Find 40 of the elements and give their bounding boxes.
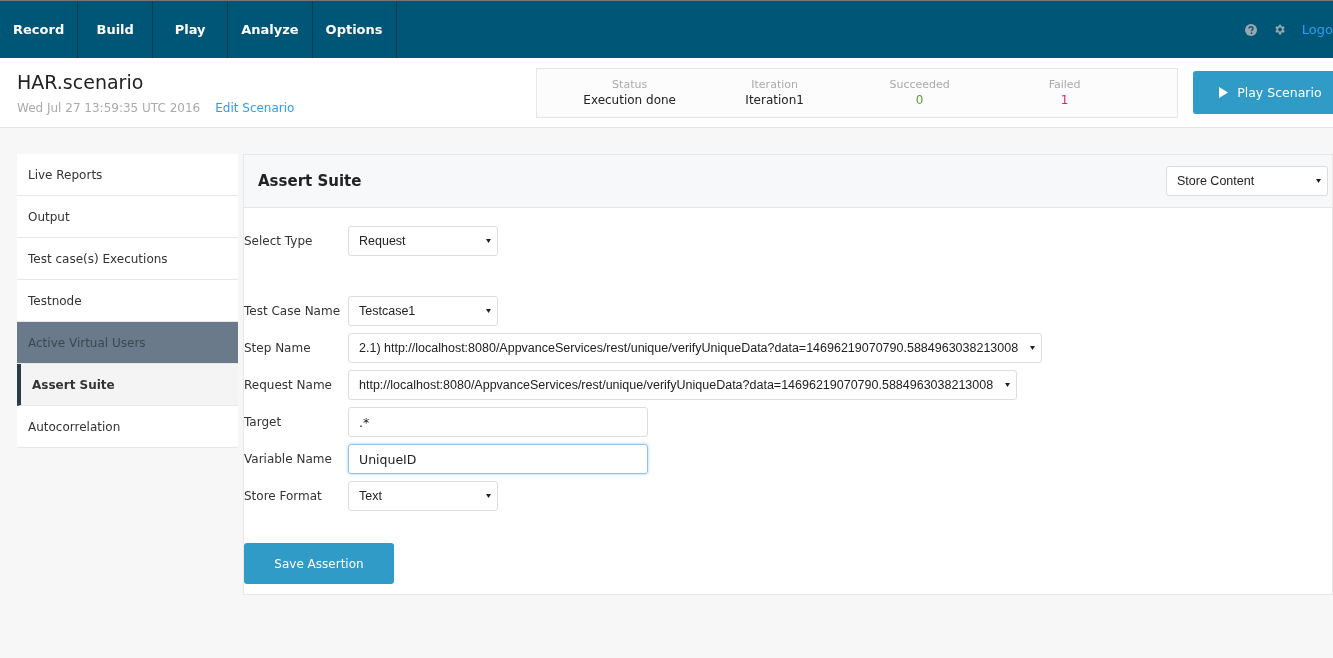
select-field[interactable]: 2.1) http://localhost:8080/AppvanceServices/rest/unique/verifyUniqueData?data=14696219070790.5884963038213008: [348, 333, 1043, 363]
play-icon: [1219, 87, 1229, 98]
field-label: Test Case Name: [244, 304, 342, 318]
field-label: Store Format: [244, 489, 323, 503]
sidebar-item[interactable]: Autocorrelation: [17, 406, 238, 448]
scenario-title: HAR.scenario: [17, 70, 145, 93]
stat-label: Status: [612, 78, 648, 91]
stat-value: 0: [915, 93, 924, 107]
sidebar-item[interactable]: Output: [17, 196, 238, 238]
select-field[interactable]: Request: [348, 226, 498, 256]
field-label: Step Name: [244, 341, 312, 355]
mode-select[interactable]: Store Content: [1166, 166, 1328, 196]
stat-value: Iteration1: [745, 93, 804, 107]
scenario-date: Wed Jul 27 13:59:35 UTC 2016: [17, 100, 201, 115]
sidebar-item[interactable]: Testnode: [17, 280, 238, 322]
stat-value: Execution done: [583, 93, 676, 107]
help-icon[interactable]: [1244, 23, 1257, 36]
panel-title: Assert Suite: [258, 172, 362, 190]
input-field[interactable]: UniqueID: [348, 444, 648, 474]
field-label: Variable Name: [244, 452, 333, 466]
select-field[interactable]: http://localhost:8080/AppvanceServices/rest/unique/verifyUniqueData?data=14696219070790.5884963038213008: [348, 370, 1018, 400]
sidebar-item[interactable]: Test case(s) Executions: [17, 238, 238, 280]
stat-label: Iteration: [751, 78, 798, 91]
sidebar-item[interactable]: Live Reports: [17, 154, 238, 196]
field-label: Target: [244, 415, 283, 429]
field-label: Select Type: [244, 234, 314, 248]
caret-icon: [1005, 383, 1011, 387]
stat-value: 1: [1060, 93, 1069, 107]
sidebar-item[interactable]: Assert Suite: [17, 364, 238, 406]
caret-icon: [486, 494, 491, 498]
input-field[interactable]: .*: [348, 407, 648, 437]
caret-icon: [1030, 346, 1036, 350]
caret-icon: [486, 309, 491, 313]
field-label: Request Name: [244, 378, 333, 392]
stat-label: Succeeded: [889, 78, 950, 91]
select-field[interactable]: Testcase1: [348, 296, 498, 326]
caret-icon: [486, 239, 491, 243]
stat-label: Failed: [1048, 78, 1081, 91]
caret-icon: [1316, 179, 1321, 183]
select-field[interactable]: Text: [348, 481, 498, 511]
